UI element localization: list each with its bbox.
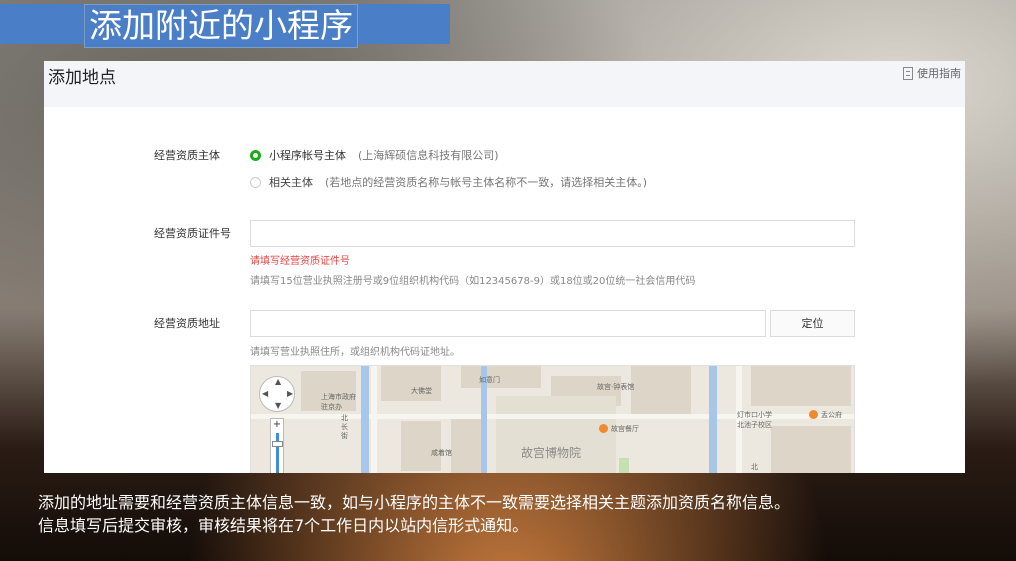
map-view[interactable]: 上海市政府 驻京办 大佛堂 如意门 故宫·钟表馆 故宫餐厅 故宫博物院 灯市口小… [250,365,855,473]
document-icon [903,66,913,80]
map-pin-icon [809,410,818,419]
pan-down-icon[interactable]: ▼ [275,401,281,410]
zoom-track[interactable] [276,433,279,473]
license-error: 请填写经营资质证件号 [250,256,350,267]
map-pin-icon [599,424,608,433]
map-label-gov: 上海市政府 驻京办 [321,393,356,411]
address-label: 经营资质地址 [154,317,220,330]
subject-option-account-note: (上海辉硕信息科技有限公司) [358,149,499,162]
map-label-right-poi: 孟公府 [821,411,842,419]
map-pan-control[interactable]: ▲ ◀ ▶ ▼ [259,376,295,412]
subject-option-related-label: 相关主体 [269,176,313,189]
slide-title: 添加附近的小程序 [84,4,358,48]
subject-option-account[interactable]: 小程序帐号主体 (上海辉硕信息科技有限公司) [250,147,499,163]
radio-selected-icon[interactable] [250,149,261,161]
address-hint: 请填写营业执照住所，或组织机构代码证地址。 [250,347,460,358]
card-header: 添加地点 使用指南 [44,61,965,107]
page-title: 添加地点 [48,68,116,88]
pan-left-icon[interactable]: ◀ [262,389,268,398]
zoom-in-icon[interactable]: + [273,419,281,430]
pan-right-icon[interactable]: ▶ [287,389,293,398]
add-location-card: 添加地点 使用指南 经营资质主体 小程序帐号主体 (上海辉硕信息科技有限公司) … [44,61,965,473]
map-label-museum: 故宫博物院 [521,446,582,460]
subject-label: 经营资质主体 [154,149,220,162]
caption-line-1: 添加的地址需要和经营资质主体信息一致，如与小程序的主体不一致需要选择相关主题添加… [38,493,791,512]
guide-link[interactable]: 使用指南 [903,65,961,81]
map-label-dasheng: 大佛堂 [411,387,432,395]
map-label-hall: 咸着馆 [431,449,452,457]
slide-caption: 添加的地址需要和经营资质主体信息一致，如与小程序的主体不一致需要选择相关主题添加… [38,491,790,537]
license-label: 经营资质证件号 [154,227,231,240]
map-label-gugong-bell: 故宫·钟表馆 [597,383,635,391]
map-label-school: 灯市口小学 北池子校区 [737,411,772,429]
map-zoom-control[interactable]: + [270,418,284,473]
map-label-north-street: 北 长 街 [341,414,348,440]
guide-link-label: 使用指南 [917,67,961,80]
locate-button[interactable]: 定位 [770,310,855,337]
caption-line-2: 信息填写后提交审核，审核结果将在7个工作日内以站内信形式通知。 [38,516,529,535]
address-input[interactable] [250,310,766,337]
subject-option-related-note: (若地点的经营资质名称与帐号主体名称不一致，请选择相关主体。) [325,176,648,189]
subject-option-related[interactable]: 相关主体 (若地点的经营资质名称与帐号主体名称不一致，请选择相关主体。) [250,174,647,190]
license-input[interactable] [250,220,855,247]
map-label-gugong-canteen: 故宫餐厅 [611,425,639,433]
zoom-thumb[interactable] [272,441,283,447]
map-label-north: 北 [751,463,758,471]
pan-up-icon[interactable]: ▲ [275,377,281,386]
map-label-ruyimen: 如意门 [479,376,500,384]
license-hint: 请填写15位营业执照注册号或9位组织机构代码（如12345678-9）或18位或… [250,276,696,287]
subject-option-account-label: 小程序帐号主体 [269,149,346,162]
radio-unselected-icon[interactable] [250,176,261,188]
